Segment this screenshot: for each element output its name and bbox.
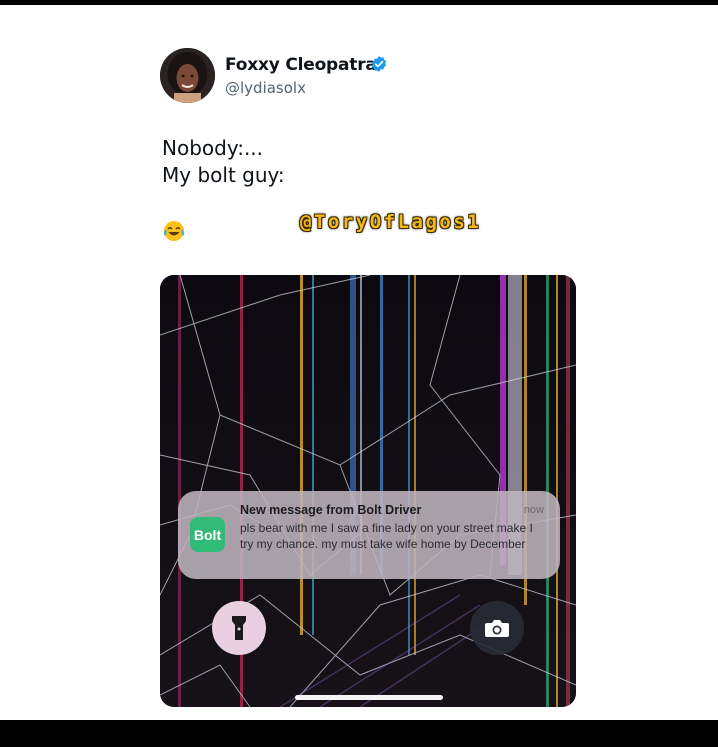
notification-title: New message from Bolt Driver xyxy=(240,503,422,517)
lockscreen-image: Bolt New message from Bolt Driver now pl… xyxy=(160,275,576,707)
watermark-text: @ToryOfLagos1 xyxy=(300,211,482,233)
bolt-app-icon: Bolt xyxy=(190,517,225,552)
home-indicator[interactable] xyxy=(295,695,443,700)
camera-button[interactable] xyxy=(470,601,524,655)
avatar[interactable] xyxy=(160,48,215,103)
notification-banner[interactable]: Bolt New message from Bolt Driver now pl… xyxy=(178,491,560,579)
notification-time: now xyxy=(523,504,544,516)
tweet-card: Foxxy Cleopatra @lydiasolx Nobody:... My… xyxy=(0,5,718,720)
avatar-image xyxy=(160,48,215,103)
face-with-tears-of-joy-icon xyxy=(164,221,184,241)
flashlight-button[interactable] xyxy=(212,601,266,655)
tweet-text-line-2: My bolt guy: xyxy=(162,163,285,187)
author-name[interactable]: Foxxy Cleopatra xyxy=(225,55,377,75)
flashlight-icon xyxy=(232,616,246,640)
verified-badge-icon xyxy=(371,56,387,72)
camera-icon xyxy=(485,620,509,637)
notification-body: pls bear with me I saw a fine lady on yo… xyxy=(240,521,533,551)
tweet-text-line-1: Nobody:... xyxy=(162,136,264,160)
author-handle[interactable]: @lydiasolx xyxy=(225,79,306,97)
